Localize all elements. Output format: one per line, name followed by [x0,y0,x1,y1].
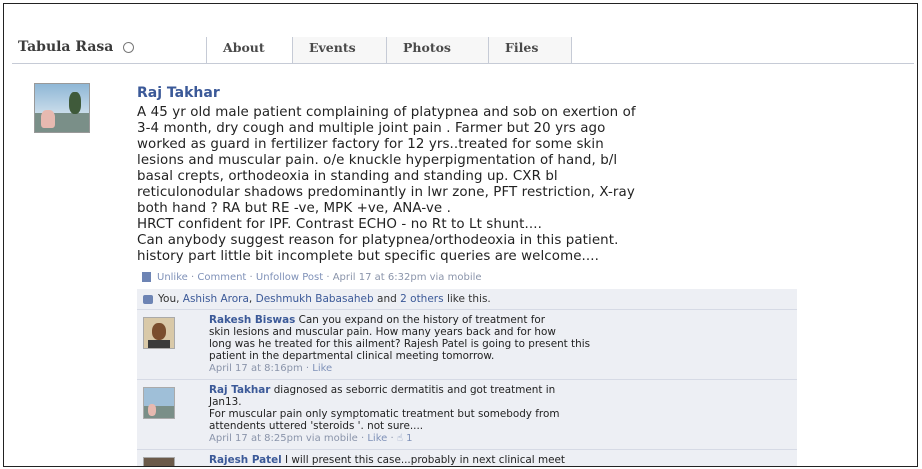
liker-link[interactable]: Deshmukh Babasaheb [256,293,374,305]
like-link[interactable]: Like [312,363,332,374]
liker-link[interactable]: Ashish Arora [183,293,249,305]
comment-text-line: attendents uttered 'steroids '. not sure… [209,420,424,432]
likes-summary: You, Ashish Arora, Deshmukh Babasaheb an… [143,293,491,305]
divider [137,379,797,380]
unfollow-post-link[interactable]: Unfollow Post [256,272,323,283]
screenshot-frame: Tabula Rasa About Events Photos Files Ra… [3,3,918,467]
comment-link[interactable]: Comment [197,272,246,283]
comment-text-line: patient in the departmental clinical mee… [209,350,495,362]
post-actions: Unlike · Comment · Unfollow Post · April… [142,272,482,283]
comment-text-line: long was he treated for this ailment? Ra… [209,338,591,350]
comment-author-link[interactable]: Rakesh Biswas [209,314,295,326]
comment-timestamp[interactable]: April 17 at 8:25pm via mobile [209,433,358,444]
post-text-line: Can anybody suggest reason for platypnea… [137,233,619,248]
comment-like-count[interactable]: ☝ 1 [397,433,413,444]
commenter-avatar[interactable] [143,387,175,419]
divider [137,309,797,310]
post-text-line: reticulonodular shadows predominantly in… [137,185,635,200]
like-count: 1 [406,433,413,444]
settings-circle-icon[interactable] [123,41,135,53]
comment-text-line: Jan13. [209,396,242,408]
post-text-line: history part little bit incomplete but s… [137,249,599,264]
post-text-line: 3-4 month, dry cough and multiple joint … [137,121,606,136]
comment-author-link[interactable]: Rajesh Patel [209,454,282,466]
unlike-link[interactable]: Unlike [157,272,188,283]
comment-text-line: For muscular pain only symptomatic treat… [209,408,560,420]
group-tab-bar: Tabula Rasa About Events Photos Files [12,37,914,64]
likes-prefix: You, [158,293,180,305]
comment-author-link[interactable]: Raj Takhar [209,384,270,396]
likes-suffix: like this. [446,293,491,305]
likes-and: and [377,293,397,305]
post-text-line: lesions and muscular pain. o/e knuckle h… [137,153,618,168]
post-text-line: HRCT confident for IPF. Contrast ECHO - … [137,217,542,232]
comment-meta: April 17 at 8:16pm · Like [209,363,333,374]
comment-text: Rakesh Biswas Can you expand on the hist… [209,314,545,326]
divider [137,449,797,450]
post-text-line: A 45 yr old male patient complaining of … [137,105,636,120]
post-text-line: worked as guard in fertilizer factory fo… [137,137,604,152]
comment-text-line: skin lesions and muscular pain. How many… [209,326,556,338]
author-avatar[interactable] [34,83,90,133]
comment-meta: April 17 at 8:25pm via mobile · Like · ☝… [209,433,413,444]
thumbs-up-icon [143,294,153,304]
post-timestamp[interactable]: April 17 at 6:32pm via mobile [333,272,482,283]
commenter-avatar[interactable] [143,317,175,349]
tab-photos[interactable]: Photos [386,37,488,63]
commenter-avatar[interactable] [143,457,175,466]
tab-files[interactable]: Files [488,37,572,63]
comment-text: Rajesh Patel I will present this case...… [209,454,565,466]
others-link[interactable]: 2 others [400,293,443,305]
group-name-tab[interactable]: Tabula Rasa [18,39,135,55]
tab-about[interactable]: About [206,37,292,63]
comment-text: Raj Takhar diagnosed as seborric dermati… [209,384,555,396]
mobile-icon [142,272,151,282]
comment-text-line: Can you expand on the history of treatme… [295,314,546,326]
post-text-line: basal crepts, orthodeoxia in standing an… [137,169,558,184]
comment-timestamp[interactable]: April 17 at 8:16pm [209,363,303,374]
group-name: Tabula Rasa [18,39,114,55]
comment-text-line: I will present this case...probably in n… [281,454,565,466]
comment-text-line: diagnosed as seborric dermatitis and got… [270,384,556,396]
like-link[interactable]: Like [367,433,387,444]
tab-events[interactable]: Events [292,37,386,63]
post-author-link[interactable]: Raj Takhar [137,85,220,101]
thumbs-up-icon: ☝ [396,433,403,444]
post-text-line: both hand ? RA but RE -ve, MPK +ve, ANA-… [137,201,451,216]
comments-section: You, Ashish Arora, Deshmukh Babasaheb an… [137,289,797,466]
